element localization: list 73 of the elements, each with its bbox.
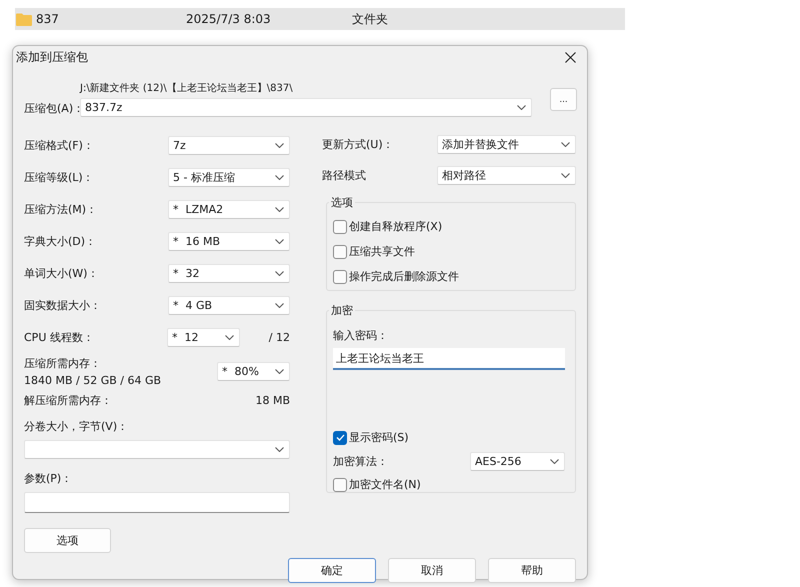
dialog-button[interactable]: 帮助	[488, 558, 576, 583]
dropdown[interactable]	[24, 440, 290, 459]
checkbox-label: 创建自释放程序(X)	[349, 219, 442, 234]
dropdown[interactable]: * 32	[168, 264, 290, 282]
dropdown[interactable]: 5 - 标准压缩	[168, 168, 290, 186]
archive-path: J:\新建文件夹 (12)\【上老王论坛当老王】\837\	[80, 82, 294, 95]
options-button[interactable]: 选项	[24, 528, 111, 553]
password-field[interactable]: 上老王论坛当老王	[333, 348, 565, 370]
chevron-down-icon	[275, 270, 284, 276]
field-label: 固实数据大小：	[24, 298, 101, 312]
checkbox[interactable]	[333, 478, 347, 492]
dropdown[interactable]: * LZMA2	[168, 200, 290, 218]
chevron-down-icon	[561, 142, 570, 147]
memory-value: 18 MB	[255, 394, 290, 406]
dropdown[interactable]: * 12	[167, 328, 240, 346]
checkbox[interactable]	[333, 244, 347, 258]
field-label: 更新方式(U)：	[322, 137, 394, 152]
checkbox[interactable]	[333, 430, 347, 444]
dropdown[interactable]: 837.7z	[80, 98, 532, 117]
window-title: 添加到压缩包	[16, 48, 88, 66]
dropdown[interactable]: 相对路径	[437, 166, 576, 185]
browse-button[interactable]: ...	[550, 88, 577, 111]
field-label: 字典大小(D)：	[24, 234, 96, 248]
chevron-down-icon	[561, 173, 570, 178]
field-label: 加密算法：	[333, 454, 388, 468]
chevron-down-icon	[550, 458, 559, 464]
checkbox[interactable]	[333, 270, 347, 284]
chevron-down-icon	[225, 334, 234, 340]
dropdown[interactable]: * 80%	[217, 362, 290, 380]
file-row[interactable]: 837 2025/7/3 8:03 文件夹	[15, 8, 625, 30]
field-label: 解压缩所需内存：	[24, 392, 112, 408]
dropdown[interactable]: AES-256	[470, 452, 565, 470]
group-title: 加密	[330, 303, 354, 318]
dropdown[interactable]: 7z	[168, 136, 290, 154]
field-label: CPU 线程数：	[24, 330, 95, 344]
field-label: 输入密码：	[333, 328, 389, 343]
chevron-down-icon	[275, 206, 284, 212]
chevron-down-icon	[517, 105, 526, 110]
field-label: 路径模式	[322, 168, 366, 183]
field-label: 参数(P)：	[24, 471, 74, 486]
chevron-down-icon	[275, 302, 284, 308]
file-type: 文件夹	[352, 10, 389, 28]
field-label: 压缩格式(F)：	[24, 138, 94, 152]
field-label: 分卷大小，字节(V)：	[24, 419, 130, 434]
dropdown[interactable]: * 16 MB	[168, 232, 290, 250]
dialog-button[interactable]: 取消	[388, 558, 476, 583]
chevron-down-icon	[275, 368, 284, 374]
field-label: 单词大小(W)：	[24, 266, 98, 280]
memory-usage: 1840 MB / 52 GB / 64 GB	[24, 374, 162, 386]
field-label: 压缩包(A)：	[24, 101, 80, 116]
dialog-button[interactable]: 确定	[288, 558, 376, 583]
input-field[interactable]	[24, 492, 290, 513]
chevron-down-icon	[275, 174, 284, 180]
file-name: 837	[36, 12, 60, 26]
checkbox-label: 加密文件名(N)	[349, 477, 421, 492]
folder-icon	[16, 12, 32, 26]
checkbox[interactable]	[333, 220, 347, 234]
thread-total: / 12	[268, 330, 290, 344]
close-icon	[564, 52, 576, 62]
dropdown[interactable]: 添加并替换文件	[437, 135, 576, 154]
field-label: 压缩方法(M)：	[24, 202, 98, 216]
checkbox-label: 压缩共享文件	[349, 244, 415, 259]
checkbox-label: 操作完成后删除源文件	[349, 269, 459, 284]
checkmark-icon	[336, 434, 344, 441]
dropdown[interactable]: * 4 GB	[168, 296, 290, 314]
chevron-down-icon	[275, 447, 284, 452]
file-date: 2025/7/3 8:03	[186, 12, 272, 26]
chevron-down-icon	[275, 238, 284, 244]
group-title: 选项	[330, 195, 354, 210]
checkbox-label: 显示密码(S)	[349, 430, 409, 445]
field-label: 压缩所需内存：	[24, 356, 102, 370]
field-label: 压缩等级(L)：	[24, 170, 94, 184]
chevron-down-icon	[275, 142, 284, 148]
